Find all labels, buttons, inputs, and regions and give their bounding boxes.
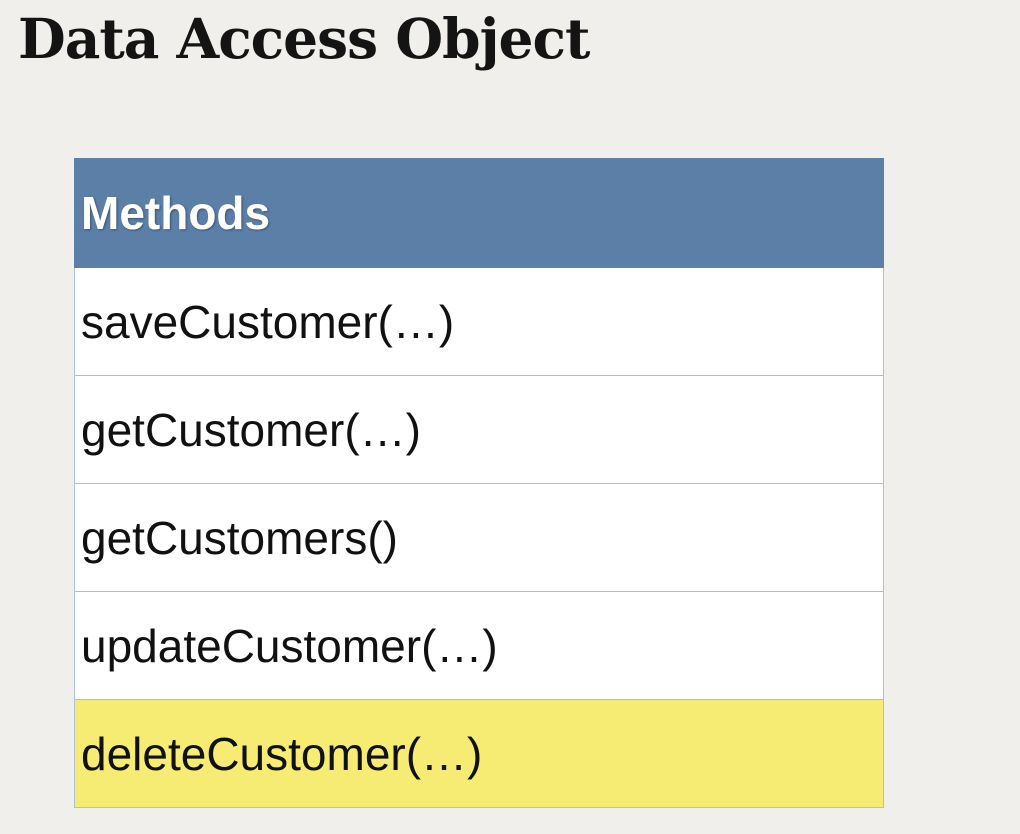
method-update-customer: updateCustomer(…) <box>74 591 884 700</box>
method-save-customer: saveCustomer(…) <box>74 267 884 376</box>
table-row: getCustomer(…) <box>74 375 884 484</box>
table-header-row: Methods <box>74 158 884 268</box>
methods-table: Methods saveCustomer(…) getCustomer(…) g… <box>74 158 884 808</box>
table-row: getCustomers() <box>74 483 884 592</box>
table-row: updateCustomer(…) <box>74 591 884 700</box>
table-row: saveCustomer(…) <box>74 267 884 376</box>
methods-header: Methods <box>74 158 884 268</box>
method-get-customer: getCustomer(…) <box>74 375 884 484</box>
slide-title: Data Access Object <box>18 6 590 71</box>
method-delete-customer: deleteCustomer(…) <box>74 699 884 808</box>
table-row-highlighted: deleteCustomer(…) <box>74 699 884 808</box>
method-get-customers: getCustomers() <box>74 483 884 592</box>
